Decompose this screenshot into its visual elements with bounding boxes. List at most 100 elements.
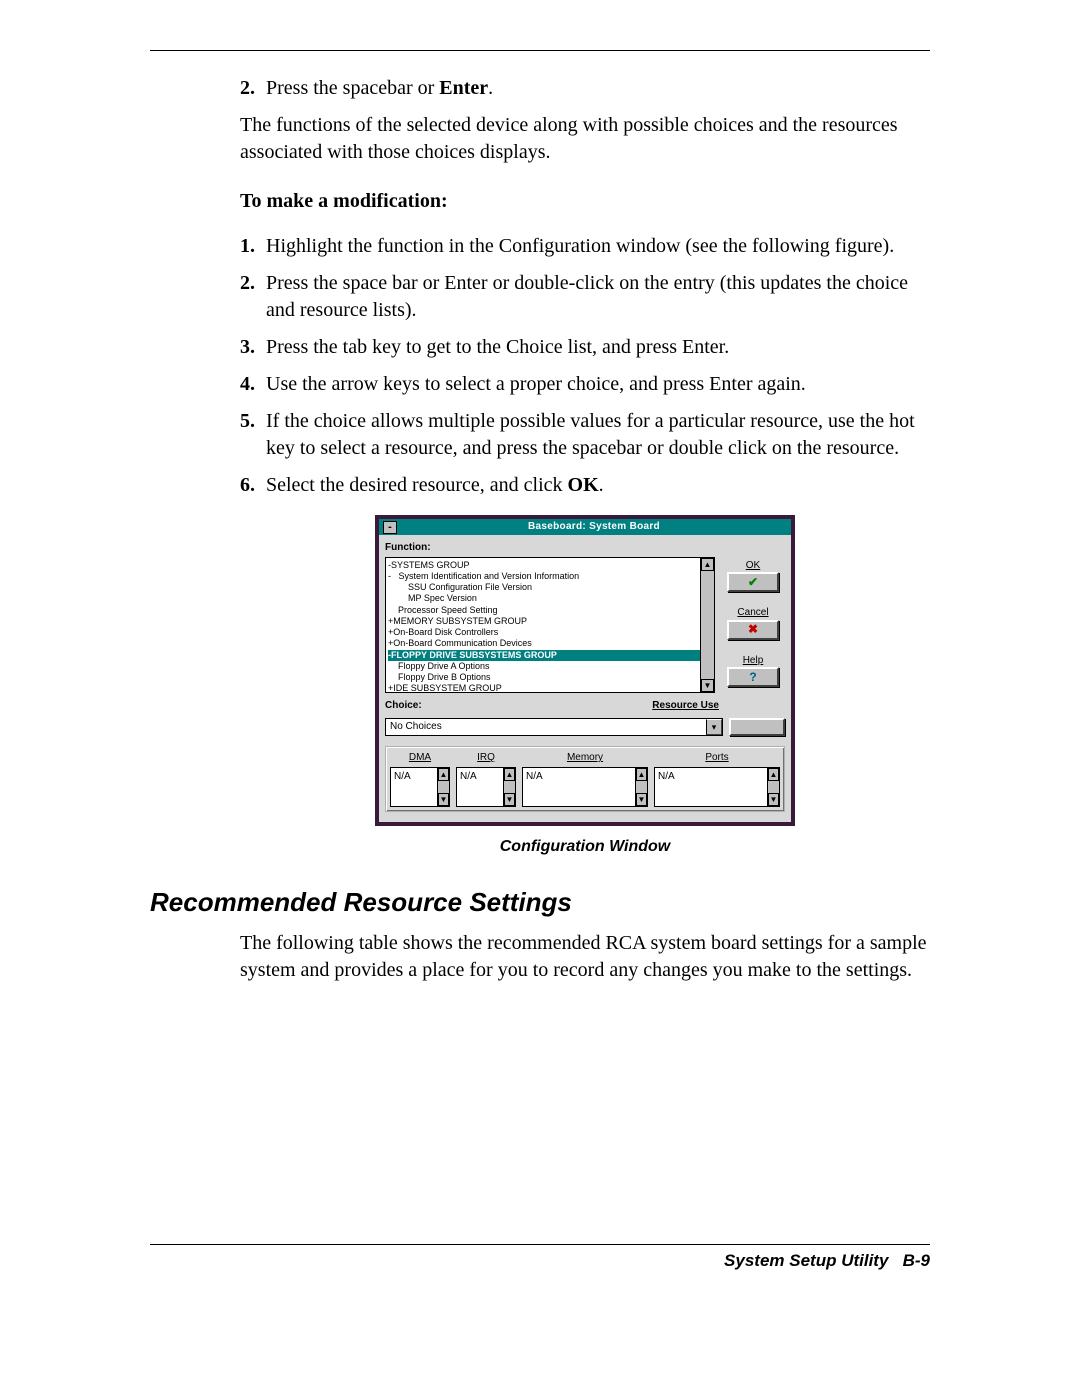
step-text: Press the tab key to get to the Choice l… (266, 334, 930, 361)
ports-box[interactable]: N/A ▲▼ (654, 767, 780, 807)
memory-box[interactable]: N/A ▲▼ (522, 767, 648, 807)
dma-header: DMA (390, 751, 450, 765)
figure-wrap: - Baseboard: System Board Function: -SYS… (240, 515, 930, 826)
scroll-down-icon[interactable]: ▼ (768, 793, 779, 806)
section-paragraph: The following table shows the recommende… (240, 930, 930, 984)
list-item[interactable]: - System Identification and Version Info… (388, 571, 712, 582)
step-number: 2. (240, 75, 266, 102)
resource-use-button[interactable] (729, 718, 785, 736)
ports-column: Ports N/A ▲▼ (654, 751, 780, 807)
list-item[interactable]: Processor Speed Setting (388, 605, 712, 616)
window-titlebar[interactable]: - Baseboard: System Board (379, 519, 791, 535)
choice-row: No Choices ▾ (385, 712, 785, 736)
check-icon: ✔ (748, 574, 758, 590)
step-text: Select the desired resource, and click O… (266, 472, 930, 499)
choice-value: No Choices (390, 720, 442, 734)
text: Select the desired resource, and click (266, 474, 568, 496)
list-item[interactable]: SSU Configuration File Version (388, 582, 712, 593)
scroll-up-icon[interactable]: ▲ (701, 558, 714, 571)
step-2: 2. Press the spacebar or Enter. (240, 75, 930, 102)
scroll-up-icon[interactable]: ▲ (636, 768, 647, 781)
list-item[interactable]: +On-Board Disk Controllers (388, 627, 712, 638)
dma-box[interactable]: N/A ▲▼ (390, 767, 450, 807)
memory-column: Memory N/A ▲▼ (522, 751, 648, 807)
text: Press the spacebar or (266, 77, 439, 99)
scroll-down-icon[interactable]: ▼ (504, 793, 515, 806)
text: . (599, 474, 604, 496)
ports-header: Ports (654, 751, 780, 765)
dropdown-icon[interactable]: ▾ (706, 719, 722, 735)
text: . (488, 77, 493, 99)
mod-step-2: 2. Press the space bar or Enter or doubl… (240, 270, 930, 324)
page-footer: System Setup Utility B-9 (150, 1244, 930, 1271)
cancel-label: Cancel (727, 606, 779, 620)
mod-step-4: 4. Use the arrow keys to select a proper… (240, 371, 930, 398)
step-text: Press the space bar or Enter or double-c… (266, 270, 930, 324)
section-title: Recommended Resource Settings (150, 887, 930, 918)
step-number: 1. (240, 233, 266, 260)
subheading: To make a modification: (240, 188, 930, 215)
ports-value: N/A (658, 771, 675, 782)
scroll-down-icon[interactable]: ▼ (701, 679, 714, 692)
footer-doc-title: System Setup Utility (724, 1251, 888, 1270)
question-icon: ? (749, 669, 756, 685)
choice-label: Choice: (385, 699, 422, 713)
list-item[interactable]: MP Spec Version (388, 593, 712, 604)
mod-step-1: 1. Highlight the function in the Configu… (240, 233, 930, 260)
irq-value: N/A (460, 771, 477, 782)
scroll-down-icon[interactable]: ▼ (636, 793, 647, 806)
scrollbar[interactable]: ▲▼ (767, 768, 779, 806)
irq-header: IRQ (456, 751, 516, 765)
scrollbar[interactable]: ▲▼ (437, 768, 449, 806)
footer-page-number: B-9 (903, 1251, 930, 1270)
step-number: 2. (240, 270, 266, 324)
list-item-selected[interactable]: -FLOPPY DRIVE SUBSYSTEMS GROUP (388, 650, 712, 661)
help-group: Help ? (727, 654, 779, 688)
scrollbar[interactable]: ▲ ▼ (700, 558, 714, 692)
scroll-up-icon[interactable]: ▲ (768, 768, 779, 781)
system-menu-icon[interactable]: - (383, 521, 397, 534)
memory-header: Memory (522, 751, 648, 765)
dma-value: N/A (394, 771, 411, 782)
choice-combobox[interactable]: No Choices ▾ (385, 718, 723, 736)
list-inner: -SYSTEMS GROUP - System Identification a… (386, 558, 714, 693)
list-item[interactable]: -SYSTEMS GROUP (388, 560, 712, 571)
step-number: 6. (240, 472, 266, 499)
help-label: Help (727, 654, 779, 668)
ok-group: OK ✔ (727, 559, 779, 593)
list-item[interactable]: Floppy Drive A Options (388, 661, 712, 672)
list-item[interactable]: +On-Board Communication Devices (388, 638, 712, 649)
scrollbar[interactable]: ▲▼ (635, 768, 647, 806)
list-item[interactable]: Floppy Drive B Options (388, 672, 712, 683)
scroll-down-icon[interactable]: ▼ (438, 793, 449, 806)
choice-row-labels: Choice: Resource Use (385, 699, 785, 713)
scroll-up-icon[interactable]: ▲ (504, 768, 515, 781)
cancel-group: Cancel ✖ (727, 606, 779, 640)
function-row: -SYSTEMS GROUP - System Identification a… (385, 557, 785, 693)
list-item[interactable]: +IDE SUBSYSTEM GROUP (388, 683, 712, 692)
mod-step-5: 5. If the choice allows multiple possibl… (240, 408, 930, 462)
enter-bold: Enter (439, 77, 488, 99)
ok-bold: OK (568, 474, 599, 496)
mod-step-3: 3. Press the tab key to get to the Choic… (240, 334, 930, 361)
list-item[interactable]: +MEMORY SUBSYSTEM GROUP (388, 616, 712, 627)
figure-caption: Configuration Window (240, 836, 930, 858)
top-rule (150, 50, 930, 51)
cancel-button[interactable]: ✖ (727, 620, 779, 640)
scrollbar[interactable]: ▲▼ (503, 768, 515, 806)
x-icon: ✖ (748, 621, 758, 637)
irq-column: IRQ N/A ▲▼ (456, 751, 516, 807)
document-content: 2. Press the spacebar or Enter. The func… (240, 75, 930, 857)
scroll-up-icon[interactable]: ▲ (438, 768, 449, 781)
irq-box[interactable]: N/A ▲▼ (456, 767, 516, 807)
help-button[interactable]: ? (727, 667, 779, 687)
mod-step-6: 6. Select the desired resource, and clic… (240, 472, 930, 499)
ok-label: OK (727, 559, 779, 573)
step-text: Use the arrow keys to select a proper ch… (266, 371, 930, 398)
step-number: 5. (240, 408, 266, 462)
window-title: Baseboard: System Board (401, 520, 787, 534)
function-list[interactable]: -SYSTEMS GROUP - System Identification a… (385, 557, 715, 693)
ok-button[interactable]: ✔ (727, 572, 779, 592)
resource-use-label: Resource Use (652, 699, 719, 713)
memory-value: N/A (526, 771, 543, 782)
